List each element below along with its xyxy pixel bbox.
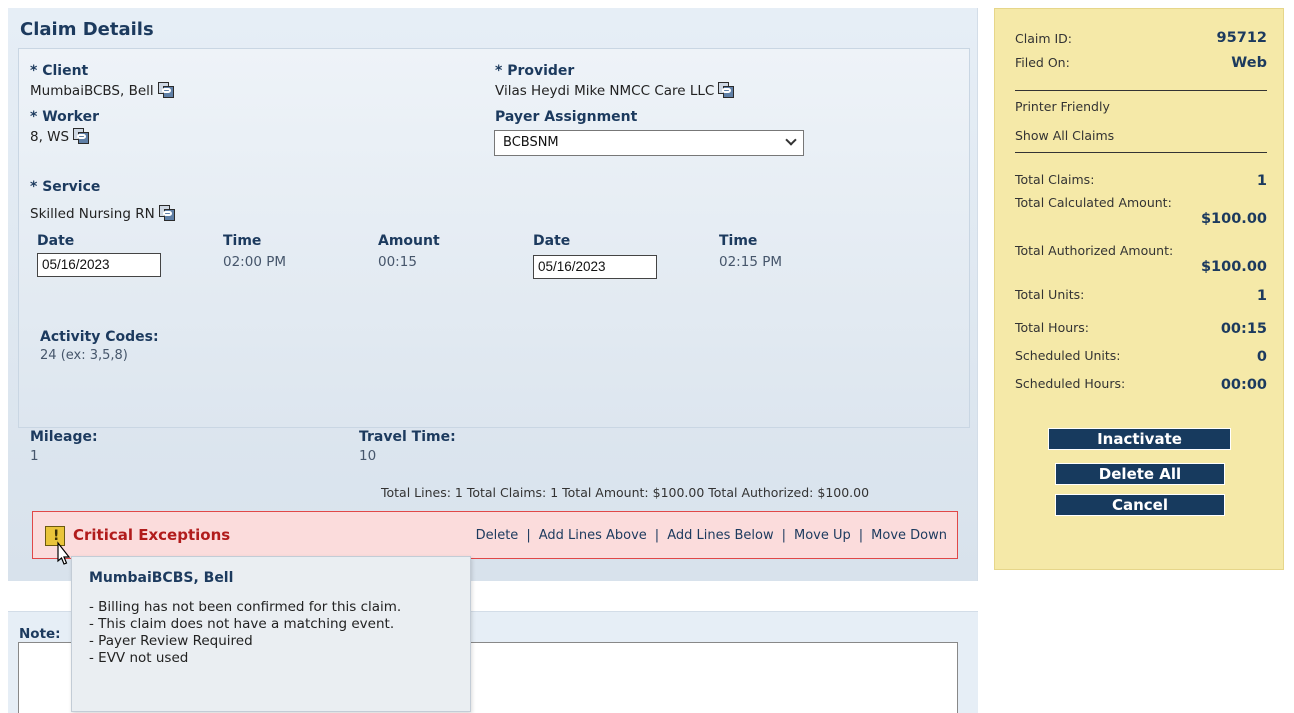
total-claims-label: Total Claims:	[1015, 172, 1095, 187]
add-lines-above-link[interactable]: Add Lines Above	[539, 528, 647, 543]
exceptions-tooltip: MumbaiBCBS, Bell - Billing has not been …	[71, 556, 471, 712]
worker-name[interactable]: 8, WS	[30, 129, 69, 145]
activity-codes-hint: (ex: 3,5,8)	[60, 348, 128, 363]
scheduled-units-value: 0	[1256, 349, 1267, 365]
total-calculated-row: Total Calculated Amount: $100.00	[1015, 195, 1267, 229]
end-date-input[interactable]: 05/16/2023	[533, 255, 657, 279]
tooltip-item: - This claim does not have a matching ev…	[89, 616, 395, 632]
activity-codes-value[interactable]: 24 (ex: 3,5,8)	[40, 348, 128, 363]
total-units-label: Total Units:	[1015, 287, 1085, 302]
total-claims-row: Total Claims: 1	[1015, 172, 1267, 189]
total-calculated-label: Total Calculated Amount:	[1015, 195, 1172, 210]
inactivate-button[interactable]: Inactivate	[1048, 428, 1231, 450]
printer-friendly-link[interactable]: Printer Friendly	[1015, 99, 1110, 114]
copy-icon[interactable]	[718, 82, 735, 98]
end-time-value: 02:15 PM	[719, 254, 782, 270]
filed-on-value: Web	[1231, 55, 1267, 71]
start-time-value: 02:00 PM	[223, 254, 286, 270]
add-lines-below-link[interactable]: Add Lines Below	[667, 528, 773, 543]
client-value: MumbaiBCBS, Bell	[30, 82, 175, 99]
end-date-label: Date	[533, 233, 571, 249]
claim-id-row: Claim ID: 95712	[1015, 30, 1267, 46]
client-name[interactable]: MumbaiBCBS, Bell	[30, 83, 154, 99]
provider-label: * Provider	[495, 63, 575, 79]
mouse-cursor-icon	[57, 541, 71, 565]
amount-value: 00:15	[378, 254, 417, 270]
total-hours-row: Total Hours: 00:15	[1015, 320, 1267, 337]
payer-assignment-select[interactable]: BCBSNM	[494, 130, 804, 156]
worker-value: 8, WS	[30, 128, 90, 145]
end-time-label: Time	[719, 233, 758, 249]
claim-details-panel: Claim Details * Client MumbaiBCBS, Bell …	[8, 8, 978, 581]
copy-icon[interactable]	[158, 205, 176, 221]
move-up-link[interactable]: Move Up	[794, 528, 851, 543]
total-hours-value: 00:15	[1220, 321, 1267, 337]
tooltip-exception-list: - Billing has not been confirmed for thi…	[89, 599, 459, 667]
activity-codes-label: Activity Codes:	[40, 329, 159, 345]
claim-id-label: Claim ID:	[1015, 31, 1073, 46]
service-name[interactable]: Skilled Nursing RN	[30, 206, 155, 222]
critical-exceptions-title: Critical Exceptions	[73, 526, 231, 544]
total-authorized-row: Total Authorized Amount: $100.00	[1015, 243, 1267, 277]
copy-icon[interactable]	[157, 82, 175, 98]
tooltip-item: - EVV not used	[89, 650, 189, 666]
total-authorized-value: $100.00	[1200, 259, 1267, 275]
claim-summary-panel: Claim ID: 95712 Filed On: Web Printer Fr…	[994, 8, 1284, 570]
scheduled-hours-label: Scheduled Hours:	[1015, 376, 1126, 391]
scheduled-hours-row: Scheduled Hours: 00:00	[1015, 376, 1267, 393]
tooltip-client-name: MumbaiBCBS, Bell	[89, 570, 234, 586]
divider	[1015, 152, 1267, 153]
scheduled-units-row: Scheduled Units: 0	[1015, 348, 1267, 365]
claim-id-value: 95712	[1216, 30, 1267, 46]
totals-summary: Total Lines: 1 Total Claims: 1 Total Amo…	[381, 485, 870, 500]
filed-on-label: Filed On:	[1015, 55, 1070, 70]
start-date-input[interactable]: 05/16/2023	[37, 253, 161, 277]
show-all-claims-link[interactable]: Show All Claims	[1015, 128, 1114, 143]
activity-codes-text: 24	[40, 348, 57, 363]
divider	[1015, 90, 1267, 91]
critical-exceptions-bar: ! Critical Exceptions Delete | Add Lines A…	[32, 511, 958, 559]
mileage-label: Mileage:	[30, 429, 98, 445]
cancel-button[interactable]: Cancel	[1055, 494, 1225, 516]
total-authorized-label: Total Authorized Amount:	[1015, 243, 1174, 258]
tooltip-item: - Payer Review Required	[89, 633, 253, 649]
total-hours-label: Total Hours:	[1015, 320, 1089, 335]
scheduled-units-label: Scheduled Units:	[1015, 348, 1121, 363]
claim-form-box	[18, 48, 970, 428]
chevron-down-icon	[785, 134, 797, 146]
travel-time-label: Travel Time:	[359, 429, 456, 445]
filed-on-row: Filed On: Web	[1015, 55, 1267, 71]
move-down-link[interactable]: Move Down	[871, 528, 947, 543]
service-value: Skilled Nursing RN	[30, 205, 176, 222]
start-date-label: Date	[37, 233, 75, 249]
tooltip-item: - Billing has not been confirmed for thi…	[89, 599, 402, 615]
start-time-label: Time	[223, 233, 262, 249]
payer-assignment-label: Payer Assignment	[495, 109, 638, 125]
amount-label: Amount	[378, 233, 440, 249]
delete-link[interactable]: Delete	[476, 528, 519, 543]
client-label: * Client	[30, 63, 89, 79]
copy-icon[interactable]	[73, 128, 90, 144]
total-units-row: Total Units: 1	[1015, 287, 1267, 304]
delete-all-button[interactable]: Delete All	[1055, 463, 1225, 485]
worker-label: * Worker	[30, 109, 99, 125]
mileage-value[interactable]: 1	[30, 448, 39, 464]
row-actions: Delete | Add Lines Above | Add Lines Below | M…	[475, 528, 947, 543]
provider-name[interactable]: Vilas Heydi Mike NMCC Care LLC	[495, 83, 714, 99]
service-label: * Service	[30, 179, 101, 195]
total-claims-value: 1	[1256, 173, 1267, 189]
travel-time-value[interactable]: 10	[359, 448, 376, 464]
total-calculated-value: $100.00	[1200, 211, 1267, 227]
page-title: Claim Details	[20, 19, 154, 40]
scheduled-hours-value: 00:00	[1220, 377, 1267, 393]
total-units-value: 1	[1256, 288, 1267, 304]
payer-assignment-value: BCBSNM	[503, 135, 559, 150]
note-label: Note:	[19, 626, 61, 642]
provider-value: Vilas Heydi Mike NMCC Care LLC	[495, 82, 735, 99]
